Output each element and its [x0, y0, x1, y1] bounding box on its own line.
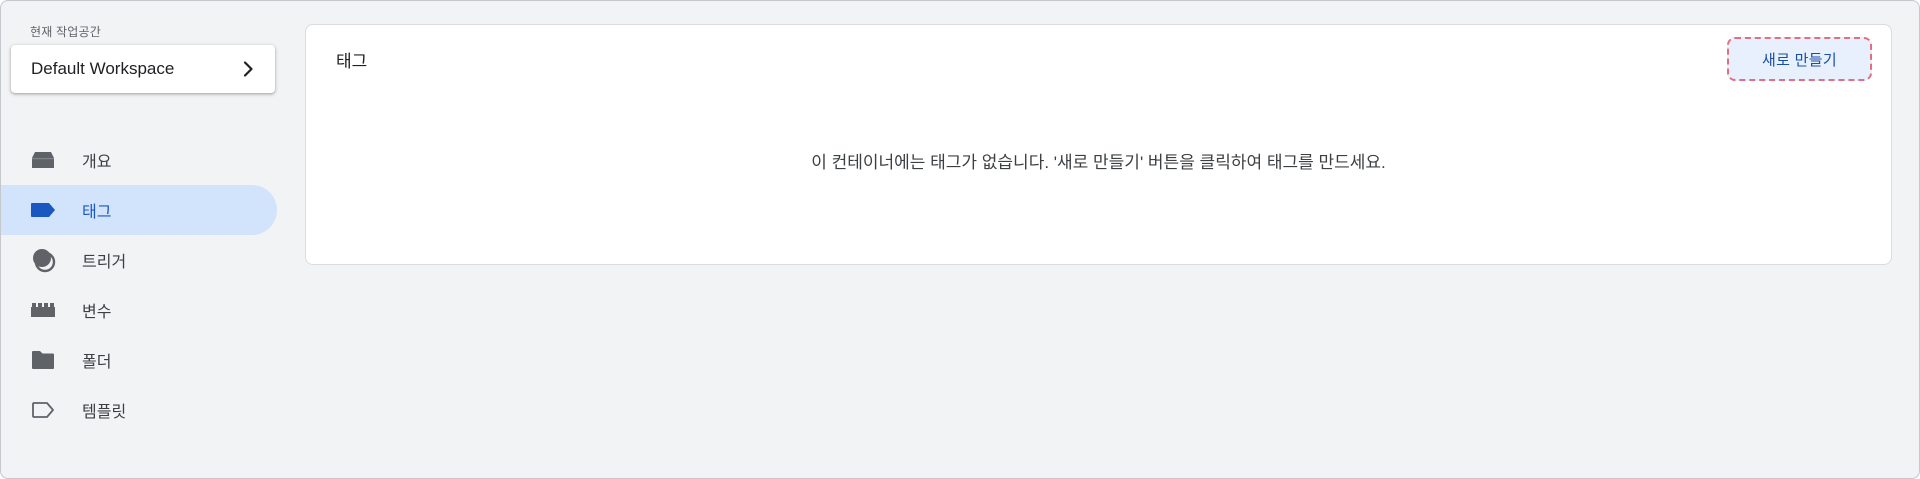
overview-icon: [30, 147, 56, 173]
app-frame: 현재 작업공간 Default Workspace 개요 태그 트리거 변수 폴…: [0, 0, 1920, 479]
workspace-name: Default Workspace: [31, 59, 175, 78]
template-icon: [30, 397, 56, 423]
sidebar-item-variables[interactable]: 변수: [1, 285, 277, 335]
workspace-selector[interactable]: Default Workspace: [11, 45, 275, 93]
sidebar-item-label: 폴더: [82, 354, 112, 371]
sidebar-item-folders[interactable]: 폴더: [1, 335, 277, 385]
sidebar-item-overview[interactable]: 개요: [1, 135, 277, 185]
tag-icon: [30, 197, 56, 223]
workspace-label: 현재 작업공간: [30, 25, 101, 39]
chevron-right-icon: [243, 61, 253, 77]
trigger-icon: [30, 247, 56, 273]
sidebar-nav: 개요 태그 트리거 변수 폴더 템플릿: [1, 135, 277, 435]
sidebar-item-triggers[interactable]: 트리거: [1, 235, 277, 285]
new-tag-button[interactable]: 새로 만들기: [1727, 37, 1872, 81]
sidebar-item-label: 템플릿: [82, 404, 127, 421]
sidebar-item-label: 태그: [82, 204, 112, 221]
sidebar-item-templates[interactable]: 템플릿: [1, 385, 277, 435]
empty-state-message: 이 컨테이너에는 태그가 없습니다. '새로 만들기' 버튼을 클릭하여 태그를…: [811, 153, 1386, 172]
sidebar-item-label: 변수: [82, 304, 112, 321]
sidebar-item-tags[interactable]: 태그: [1, 185, 277, 235]
variables-icon: [30, 297, 56, 323]
sidebar-item-label: 트리거: [82, 254, 127, 271]
folder-icon: [30, 347, 56, 373]
tags-card: 태그 새로 만들기 이 컨테이너에는 태그가 없습니다. '새로 만들기' 버튼…: [305, 24, 1892, 265]
sidebar-item-label: 개요: [82, 154, 112, 171]
page-title: 태그: [336, 52, 368, 71]
